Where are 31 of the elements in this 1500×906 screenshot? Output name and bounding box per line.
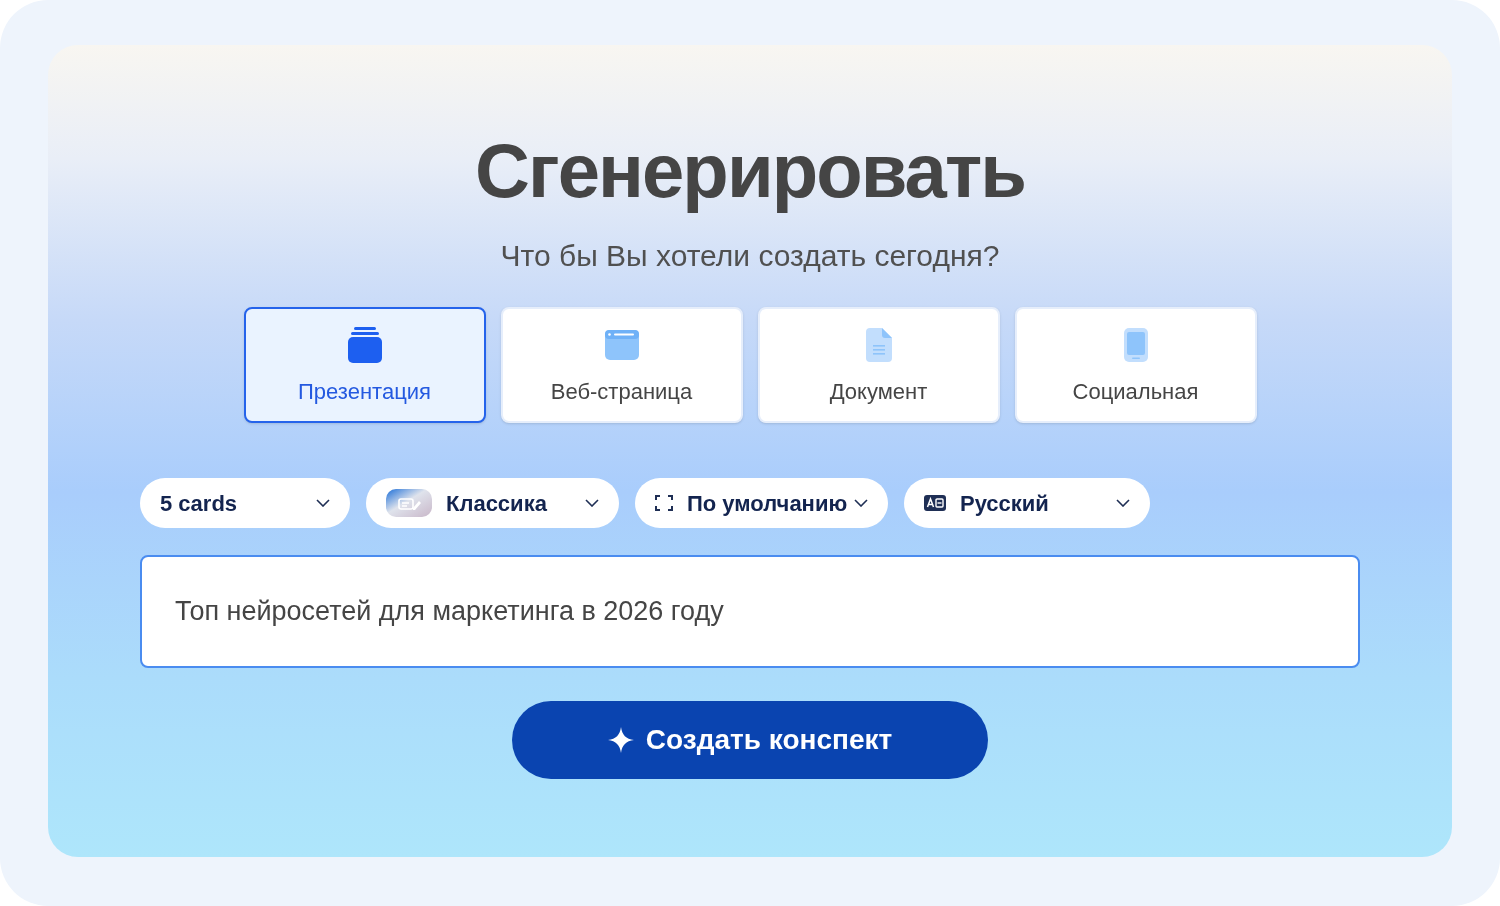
dropdown-value: 5 cards [160,489,238,518]
content-type-tab[interactable]: Веб-страница [500,307,743,423]
dropdown-value: Классика [446,489,547,518]
dropdown-value: Русский [960,489,1049,518]
option-dropdown[interactable]: Классика [366,478,619,528]
chevron-down-icon [854,499,868,507]
content-type-tab[interactable]: Презентация [243,307,486,423]
tab-label: Документ [829,379,928,405]
content-type-tab[interactable]: Социальная [1014,307,1257,423]
sparkle-icon [607,727,634,753]
content-type-tab[interactable]: Документ [757,307,1000,423]
option-dropdown[interactable]: По умолчанию [635,478,888,528]
create-outline-button[interactable]: Создать конспект [512,701,988,779]
translate-icon [924,495,946,511]
chevron-down-icon [1116,499,1130,507]
theme-thumbnail-icon [386,489,432,517]
document-icon [865,328,892,362]
option-dropdown[interactable]: 5 cards [140,478,350,528]
frame-corners-icon [655,495,673,511]
chevron-down-icon [585,499,599,507]
prompt-input[interactable]: Топ нейросетей для маркетинга в 2026 году [140,555,1360,668]
tab-label: Веб-страница [550,379,693,405]
phone-icon [1123,328,1148,362]
option-dropdown[interactable]: Русский [904,478,1150,528]
chevron-down-icon [316,499,330,507]
page-subtitle: Что бы Вы хотели создать сегодня? [500,238,1000,274]
browser-window-icon [604,330,639,360]
tab-label: Социальная [1072,379,1199,405]
slides-stack-icon [347,327,382,363]
tab-label: Презентация [298,379,431,405]
dropdown-value: По умолчанию [687,489,848,518]
